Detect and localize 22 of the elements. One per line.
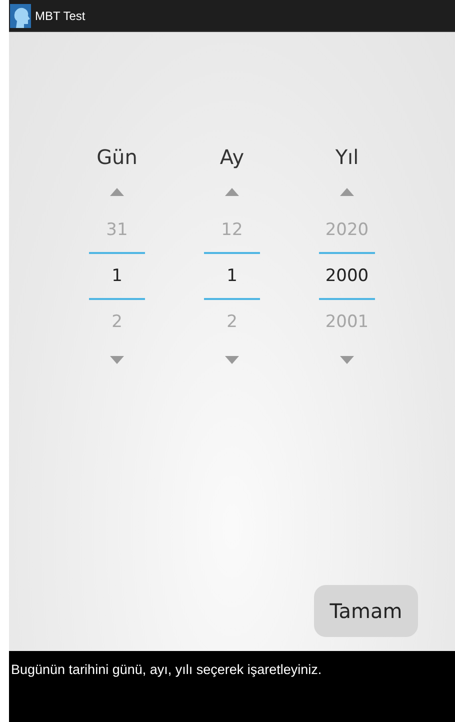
current-value[interactable]: 1 [226, 254, 238, 298]
up-arrow-icon[interactable] [337, 186, 357, 196]
down-arrow-icon[interactable] [337, 356, 357, 366]
instruction-text: Bugünün tarihini günü, ayı, yılı seçerek işaretleyiniz. [11, 662, 322, 677]
picker-label: Yıl [335, 144, 359, 171]
down-arrow-icon[interactable] [222, 356, 242, 366]
app-icon [10, 4, 31, 28]
next-value[interactable]: 2 [226, 300, 238, 344]
app-title: MBT Test [35, 8, 86, 22]
previous-value[interactable]: 31 [106, 208, 128, 252]
up-arrow-icon[interactable] [222, 186, 242, 196]
previous-value[interactable]: 2020 [325, 208, 369, 252]
previous-value[interactable]: 12 [221, 208, 243, 252]
down-arrow-icon[interactable] [107, 356, 127, 366]
next-value[interactable]: 2001 [325, 300, 369, 344]
up-arrow-icon[interactable] [107, 186, 127, 196]
confirm-button[interactable]: Tamam [314, 585, 418, 637]
picker-label: Ay [220, 144, 244, 171]
next-value[interactable]: 2 [112, 300, 122, 344]
picker-label: Gün [96, 144, 138, 171]
current-value[interactable]: 2000 [325, 254, 369, 298]
current-value[interactable]: 1 [112, 254, 122, 298]
